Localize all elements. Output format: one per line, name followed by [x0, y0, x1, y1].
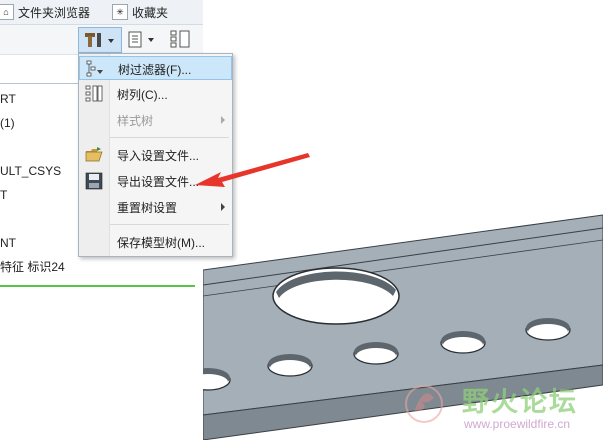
tree-item[interactable]: 特征 标识24: [0, 258, 65, 276]
menu-item-style-tree: 样式树: [79, 108, 232, 132]
submenu-arrow-icon: [221, 116, 225, 124]
tree-filter-button[interactable]: [166, 27, 196, 51]
favorites-icon: ✳: [112, 4, 128, 20]
tree-columns-icon: [128, 31, 154, 48]
watermark-logo-icon: [405, 385, 443, 423]
menu-item-label: 导出设置文件...: [117, 175, 200, 189]
tree-columns-button[interactable]: [124, 27, 162, 51]
tree-item[interactable]: ULT_CSYS: [0, 162, 61, 180]
tree-settings-icon: [85, 33, 114, 47]
watermark: 野火论坛 www.proewildfire.cn: [392, 372, 603, 440]
tree-filter-icon: [86, 60, 103, 77]
tree-item[interactable]: RT: [0, 90, 16, 108]
open-folder-icon: [85, 147, 103, 162]
watermark-url: www.proewildfire.cn: [464, 417, 571, 431]
menu-item-tree-filter[interactable]: 树过滤器(F)...: [79, 56, 232, 80]
tree-item[interactable]: (1): [0, 114, 15, 132]
menu-separator: [110, 137, 229, 138]
tab-folder-browser[interactable]: ⌂ 文件夹浏览器: [0, 2, 98, 22]
annotation-arrow-icon: [195, 153, 310, 187]
tree-settings-button[interactable]: [78, 27, 122, 53]
menu-item-label: 重置树设置: [117, 201, 178, 215]
tree-item[interactable]: NT: [0, 234, 16, 252]
model-tree-toolbar: [0, 25, 203, 55]
menu-item-reset-tree-settings[interactable]: 重置树设置: [79, 195, 232, 219]
submenu-arrow-icon: [221, 203, 225, 211]
menu-item-save-model-tree[interactable]: 保存模型树(M)...: [79, 230, 232, 254]
menu-item-label: 导入设置文件...: [117, 149, 200, 163]
watermark-title: 野火论坛: [462, 387, 578, 418]
tree-columns-icon: [85, 85, 103, 102]
tab-favorites[interactable]: ✳ 收藏夹: [112, 2, 202, 22]
folder-browser-icon: ⌂: [0, 4, 14, 20]
menu-item-label: 树列(C)...: [117, 88, 168, 102]
menu-separator: [110, 224, 229, 225]
navigator-tab-bar: ⌂ 文件夹浏览器 ✳ 收藏夹: [0, 0, 203, 25]
save-icon: [85, 172, 103, 190]
tree-insert-indicator: [0, 285, 195, 287]
menu-item-label: 样式树: [117, 114, 154, 128]
tab-folder-browser-label: 文件夹浏览器: [18, 5, 91, 20]
menu-item-tree-columns[interactable]: 树列(C)...: [79, 82, 232, 106]
tab-favorites-label: 收藏夹: [132, 5, 169, 20]
menu-item-label: 保存模型树(M)...: [117, 236, 205, 250]
tree-filter-icon: [170, 30, 190, 48]
tree-item[interactable]: T: [0, 186, 7, 204]
menu-item-label: 树过滤器(F)...: [118, 63, 192, 77]
tree-search-field[interactable]: [0, 55, 80, 84]
